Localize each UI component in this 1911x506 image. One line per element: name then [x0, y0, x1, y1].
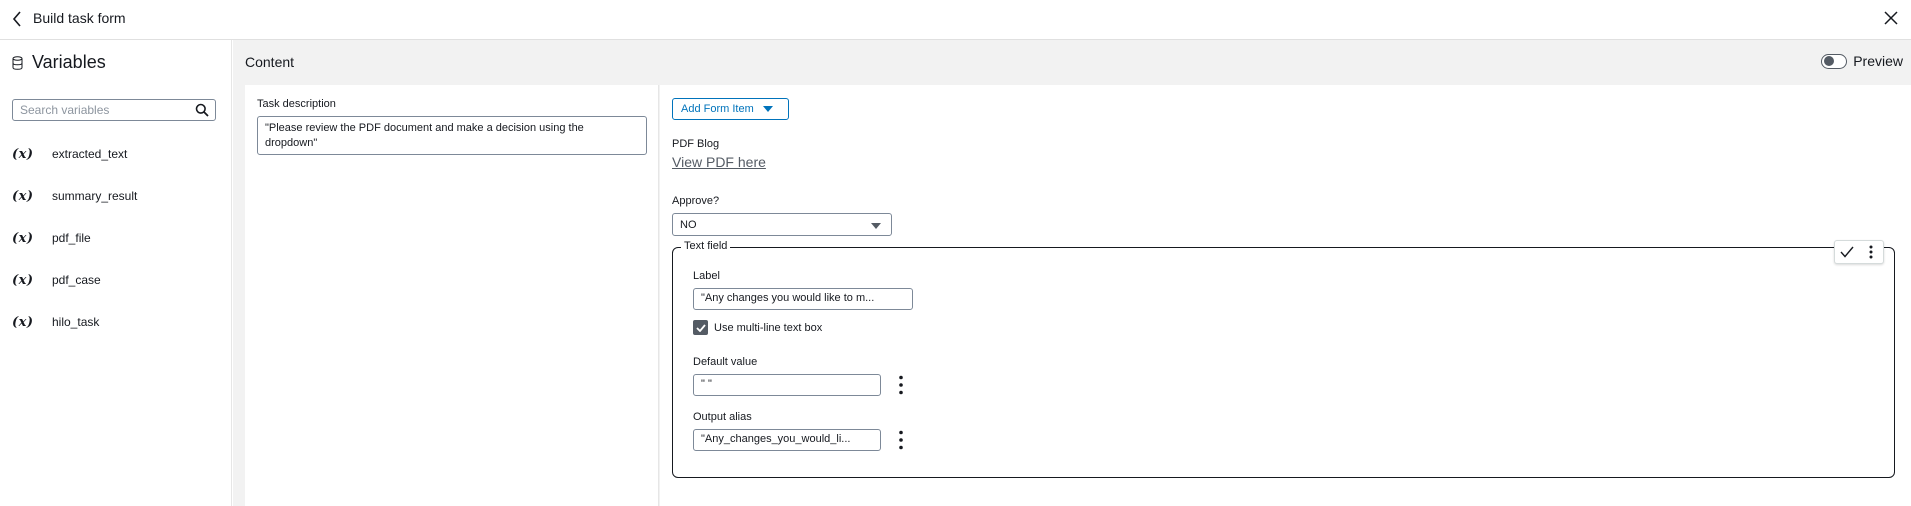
variable-list: (x) extracted_text (x) summary_result (x… — [12, 133, 212, 343]
top-bar: Build task form — [0, 0, 1911, 40]
text-field-legend: Text field — [681, 240, 731, 252]
add-form-item-button[interactable]: Add Form Item — [672, 98, 789, 120]
caret-down-icon — [871, 223, 881, 229]
output-alias-label: Output alias — [693, 411, 752, 423]
close-icon — [1884, 11, 1898, 25]
variable-icon: (x) — [12, 146, 34, 162]
variable-item[interactable]: (x) summary_result — [12, 175, 212, 217]
preview-toggle[interactable]: Preview — [1821, 53, 1903, 69]
more-vertical-icon — [899, 430, 903, 450]
variable-name: summary_result — [52, 189, 138, 203]
task-description-label: Task description — [257, 98, 336, 110]
variable-icon: (x) — [12, 188, 34, 204]
variable-name: pdf_case — [52, 273, 101, 287]
approve-select[interactable]: NO — [672, 213, 892, 236]
more-vertical-icon — [899, 375, 903, 395]
variable-icon: (x) — [12, 230, 34, 246]
variable-item[interactable]: (x) hilo_task — [12, 301, 212, 343]
text-field-item: Text field Label "Any changes you would … — [672, 240, 1895, 478]
variable-icon: (x) — [12, 314, 34, 330]
approve-label: Approve? — [672, 195, 720, 207]
pdf-item-label: PDF Blog — [672, 138, 720, 150]
database-icon — [12, 55, 23, 70]
more-options-button[interactable] — [1861, 242, 1881, 262]
search-icon[interactable] — [195, 103, 209, 117]
form-builder-panel: Add Form Item PDF Blog View PDF here App… — [660, 85, 1911, 506]
add-form-item-label: Add Form Item — [681, 103, 754, 115]
multiline-checkbox[interactable] — [693, 320, 708, 335]
preview-label: Preview — [1853, 53, 1903, 69]
content-title: Content — [245, 54, 295, 70]
sidebar-title: Variables — [32, 52, 106, 72]
search-variables — [12, 99, 216, 121]
default-value-label: Default value — [693, 356, 758, 368]
default-value-menu-button[interactable] — [895, 372, 907, 398]
checkmark-icon — [695, 323, 706, 332]
sidebar-header: Variables — [12, 52, 106, 73]
task-description-panel: Task description "Please review the PDF … — [245, 85, 659, 506]
variable-name: hilo_task — [52, 315, 100, 329]
approve-selected-value: NO — [680, 218, 697, 231]
variable-icon: (x) — [12, 272, 34, 288]
multiline-label: Use multi-line text box — [714, 321, 823, 334]
caret-down-icon — [762, 106, 773, 112]
back-button[interactable] — [8, 9, 26, 29]
label-field-label: Label — [693, 270, 720, 282]
search-input[interactable] — [13, 100, 188, 120]
variable-name: pdf_file — [52, 231, 91, 245]
toggle-switch[interactable] — [1821, 53, 1848, 69]
more-vertical-icon — [1869, 245, 1873, 259]
output-alias-input[interactable]: "Any_changes_you_would_li... — [693, 429, 881, 451]
variables-sidebar: Variables (x) extracted_text (x) summary… — [0, 40, 232, 506]
close-button[interactable] — [1881, 8, 1901, 28]
check-icon — [1840, 246, 1854, 258]
page-title: Build task form — [33, 10, 126, 26]
multiline-checkbox-row[interactable]: Use multi-line text box — [693, 320, 822, 335]
output-alias-menu-button[interactable] — [895, 427, 907, 453]
label-input[interactable]: "Any changes you would like to m... — [693, 288, 913, 310]
chevron-left-icon — [12, 11, 21, 27]
default-value-input[interactable]: " " — [693, 374, 881, 396]
variable-item[interactable]: (x) extracted_text — [12, 133, 212, 175]
toggle-knob — [1823, 56, 1834, 66]
content-header: Content Preview — [233, 40, 1911, 85]
item-actions — [1834, 240, 1884, 264]
task-description-field[interactable]: "Please review the PDF document and make… — [257, 116, 647, 155]
variable-item[interactable]: (x) pdf_case — [12, 259, 212, 301]
view-pdf-link[interactable]: View PDF here — [672, 154, 766, 170]
variable-item[interactable]: (x) pdf_file — [12, 217, 212, 259]
confirm-button[interactable] — [1837, 242, 1857, 262]
variable-name: extracted_text — [52, 147, 128, 161]
content-area: Content Preview Task description "Please… — [233, 40, 1911, 506]
